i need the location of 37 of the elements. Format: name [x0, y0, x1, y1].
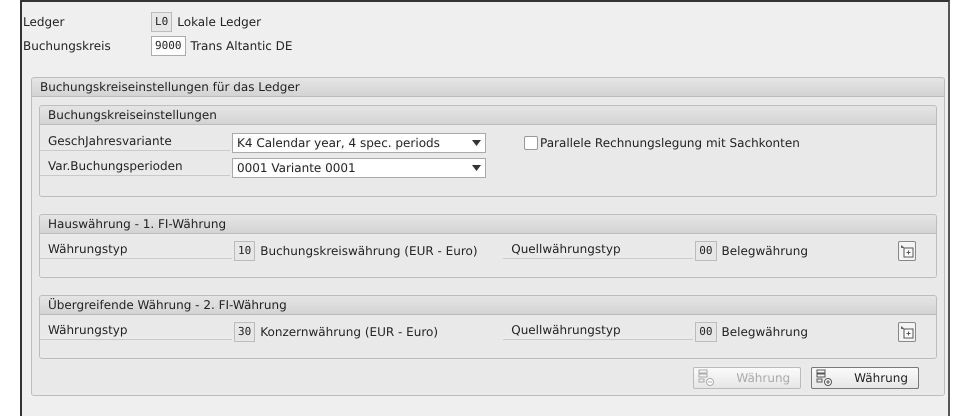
dropdown-field[interactable]: K4 Calendar year, 4 spec. periods — [232, 132, 486, 152]
field-description: Belegwährung — [722, 324, 808, 338]
dropdown-field[interactable]: 0001 Variante 0001 — [232, 158, 486, 178]
checkbox-label: Parallele Rechnungslegung mit Sachkonten — [540, 136, 800, 150]
field-label: Quellwährungstyp — [503, 242, 694, 259]
table-add-icon — [900, 324, 914, 338]
group-title: Übergreifende Währung - 2. FI-Währung — [40, 296, 936, 315]
details-button[interactable] — [898, 240, 916, 260]
readonly-field: L0 — [151, 12, 172, 32]
readonly-field: 30 — [234, 322, 256, 342]
field-description: Konzernwährung (EUR - Euro) — [260, 324, 440, 338]
field-label: Quellwährungstyp — [503, 323, 694, 340]
dropdown-arrow-icon — [472, 140, 481, 146]
field-label: GeschJahresvariante — [40, 134, 230, 151]
group-title: Buchungskreiseinstellungen für das Ledger — [32, 78, 944, 97]
field-description: Belegwährung — [722, 244, 808, 258]
group-title: Buchungskreiseinstellungen — [40, 106, 936, 125]
list-remove-icon — [698, 369, 716, 387]
readonly-field: 00 — [695, 322, 716, 342]
field-label: Buchungskreis — [22, 39, 112, 53]
list-add-icon — [816, 369, 834, 387]
field-label: Währungstyp — [40, 242, 232, 259]
table-add-icon — [900, 244, 914, 258]
field-description: Buchungskreiswährung (EUR - Euro) — [260, 244, 479, 258]
field-label: Währungstyp — [40, 323, 232, 340]
field-label: Ledger — [22, 15, 66, 29]
currency-button[interactable]: Währung — [811, 367, 919, 389]
field-description: Trans Altantic DE — [190, 39, 293, 53]
dropdown-arrow-icon — [472, 164, 481, 170]
input-field[interactable]: 9000 — [151, 36, 186, 56]
checkbox[interactable] — [524, 136, 538, 150]
field-label: Var.Buchungsperioden — [40, 159, 230, 176]
readonly-field: 00 — [695, 240, 716, 260]
group-title: Hauswährung - 1. FI-Währung — [40, 215, 936, 234]
readonly-field: 10 — [234, 240, 256, 260]
details-button[interactable] — [898, 322, 916, 342]
field-description: Lokale Ledger — [177, 15, 262, 29]
